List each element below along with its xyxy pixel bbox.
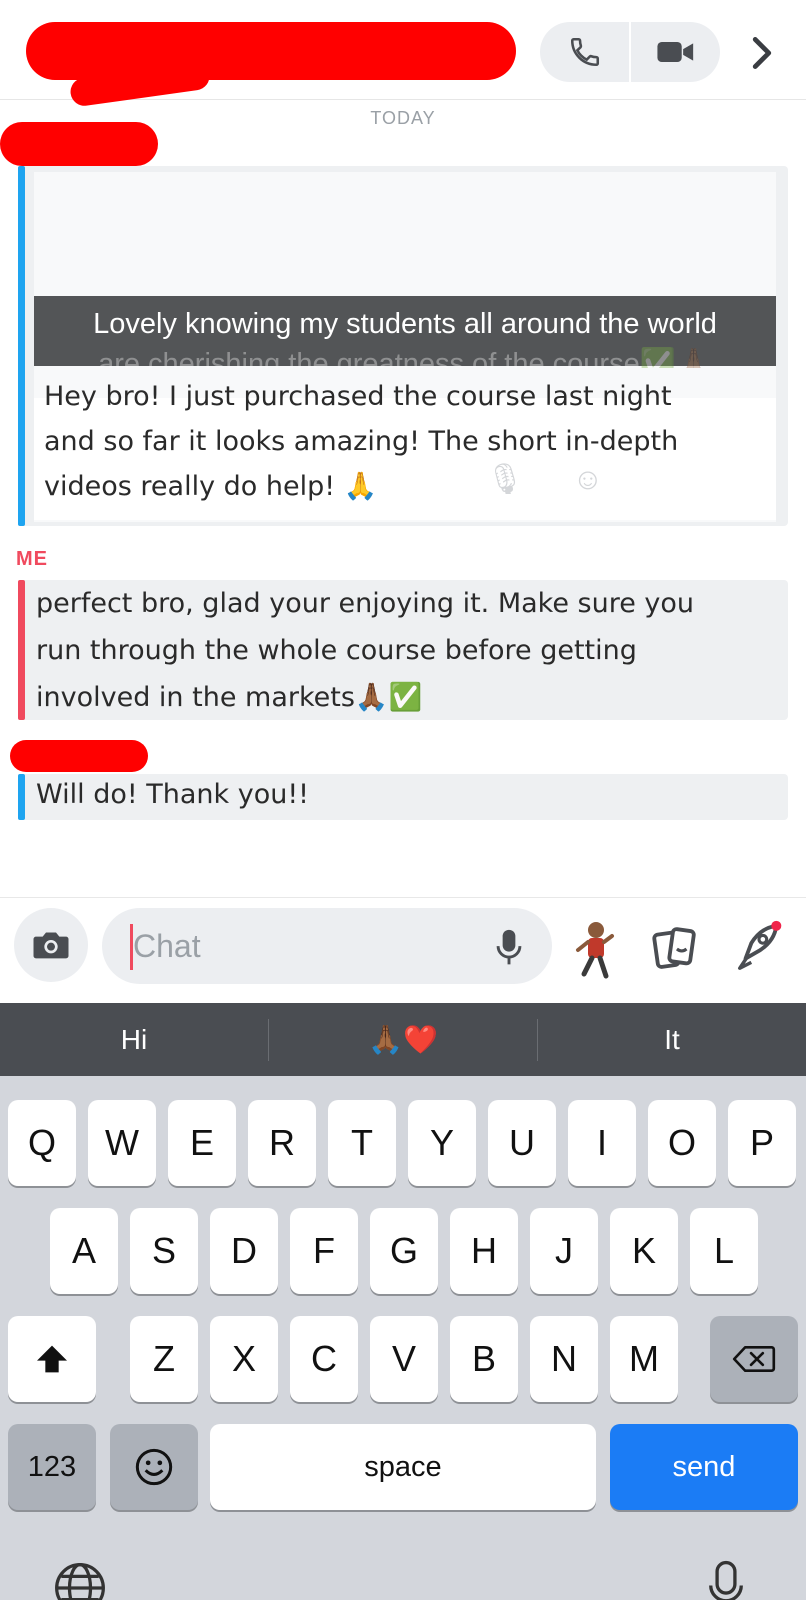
- games-button[interactable]: [734, 920, 784, 974]
- call-actions: [540, 22, 720, 82]
- message-text: Will do! Thank you!!: [36, 779, 309, 810]
- key-q[interactable]: Q: [8, 1100, 76, 1186]
- message-text: Hey bro! I just purchased the course las…: [44, 374, 774, 509]
- key-z[interactable]: Z: [130, 1316, 198, 1402]
- key-j[interactable]: J: [530, 1208, 598, 1294]
- key-h[interactable]: H: [450, 1208, 518, 1294]
- stickers-button[interactable]: [652, 924, 698, 974]
- video-camera-icon: [656, 42, 693, 62]
- snap-caption: Lovely knowing my students all around th…: [93, 308, 717, 340]
- header-chevron-button[interactable]: [740, 28, 784, 78]
- predictive-text-bar: Hi 🙏🏾❤️ It: [0, 1003, 806, 1076]
- message-line: run through the whole course before gett…: [36, 635, 637, 666]
- phone-call-button[interactable]: [540, 22, 629, 82]
- sender-bar-blue: [18, 166, 25, 526]
- camera-icon: [33, 932, 69, 959]
- microphone-icon: [709, 1560, 743, 1600]
- suggestion-3[interactable]: It: [538, 1003, 806, 1076]
- microphone-icon: [496, 929, 522, 965]
- chat-placeholder: Chat: [133, 928, 201, 964]
- backspace-icon: [732, 1345, 776, 1373]
- key-u[interactable]: U: [488, 1100, 556, 1186]
- globe-icon: [55, 1563, 105, 1600]
- key-d[interactable]: D: [210, 1208, 278, 1294]
- bitmoji-button[interactable]: [570, 920, 620, 982]
- key-y[interactable]: Y: [408, 1100, 476, 1186]
- key-i[interactable]: I: [568, 1100, 636, 1186]
- sender-bar-red: [18, 580, 25, 720]
- shift-arrow-icon: [37, 1345, 67, 1373]
- message-line: perfect bro, glad your enjoying it. Make…: [36, 588, 695, 619]
- message-line: and so far it looks amazing! The short i…: [44, 426, 679, 457]
- emoji-smiley-icon: [135, 1448, 173, 1486]
- key-n[interactable]: N: [530, 1316, 598, 1402]
- key-f[interactable]: F: [290, 1208, 358, 1294]
- key-c[interactable]: C: [290, 1316, 358, 1402]
- key-t[interactable]: T: [328, 1100, 396, 1186]
- emoji-key[interactable]: [110, 1424, 198, 1510]
- key-x[interactable]: X: [210, 1316, 278, 1402]
- video-call-button[interactable]: [631, 22, 720, 82]
- chevron-right-icon: [752, 37, 772, 69]
- key-v[interactable]: V: [370, 1316, 438, 1402]
- sender-bar-blue: [18, 774, 25, 820]
- message-line: involved in the markets🙏🏾✅: [36, 682, 423, 713]
- key-b[interactable]: B: [450, 1316, 518, 1402]
- key-p[interactable]: P: [728, 1100, 796, 1186]
- key-w[interactable]: W: [88, 1100, 156, 1186]
- snap-caption-partial: are cherishing the greatness of the cour…: [98, 348, 712, 368]
- key-a[interactable]: A: [50, 1208, 118, 1294]
- key-s[interactable]: S: [130, 1208, 198, 1294]
- redacted-sender-name: [0, 122, 158, 166]
- message-line: videos really do help! 🙏: [44, 471, 378, 502]
- key-m[interactable]: M: [610, 1316, 678, 1402]
- keyboard: Q W E R T Y U I O P A S D F G H J K L Z …: [0, 1076, 806, 1600]
- shift-key[interactable]: [8, 1316, 96, 1402]
- bitmoji-avatar-icon: [576, 922, 614, 979]
- rocket-icon: [738, 920, 782, 970]
- sticker-cards-icon: [652, 927, 696, 969]
- key-r[interactable]: R: [248, 1100, 316, 1186]
- redacted-contact-name: [26, 22, 516, 80]
- phone-icon: [570, 37, 599, 67]
- backspace-key[interactable]: [710, 1316, 798, 1402]
- send-key[interactable]: send: [610, 1424, 798, 1510]
- globe-button[interactable]: [52, 1560, 108, 1600]
- key-k[interactable]: K: [610, 1208, 678, 1294]
- key-g[interactable]: G: [370, 1208, 438, 1294]
- space-key[interactable]: space: [210, 1424, 596, 1510]
- redacted-sender-name: [10, 740, 148, 772]
- message-line: Hey bro! I just purchased the course las…: [44, 381, 672, 412]
- camera-button[interactable]: [14, 908, 88, 982]
- numbers-key[interactable]: 123: [8, 1424, 96, 1510]
- suggestion-2[interactable]: 🙏🏾❤️: [269, 1003, 537, 1076]
- key-o[interactable]: O: [648, 1100, 716, 1186]
- sender-label-me: ME: [16, 548, 48, 570]
- message-text: perfect bro, glad your enjoying it. Make…: [36, 580, 786, 721]
- key-l[interactable]: L: [690, 1208, 758, 1294]
- key-e[interactable]: E: [168, 1100, 236, 1186]
- microphone-button[interactable]: [496, 928, 522, 973]
- suggestion-1[interactable]: Hi: [0, 1003, 268, 1076]
- dictation-button[interactable]: [706, 1560, 746, 1600]
